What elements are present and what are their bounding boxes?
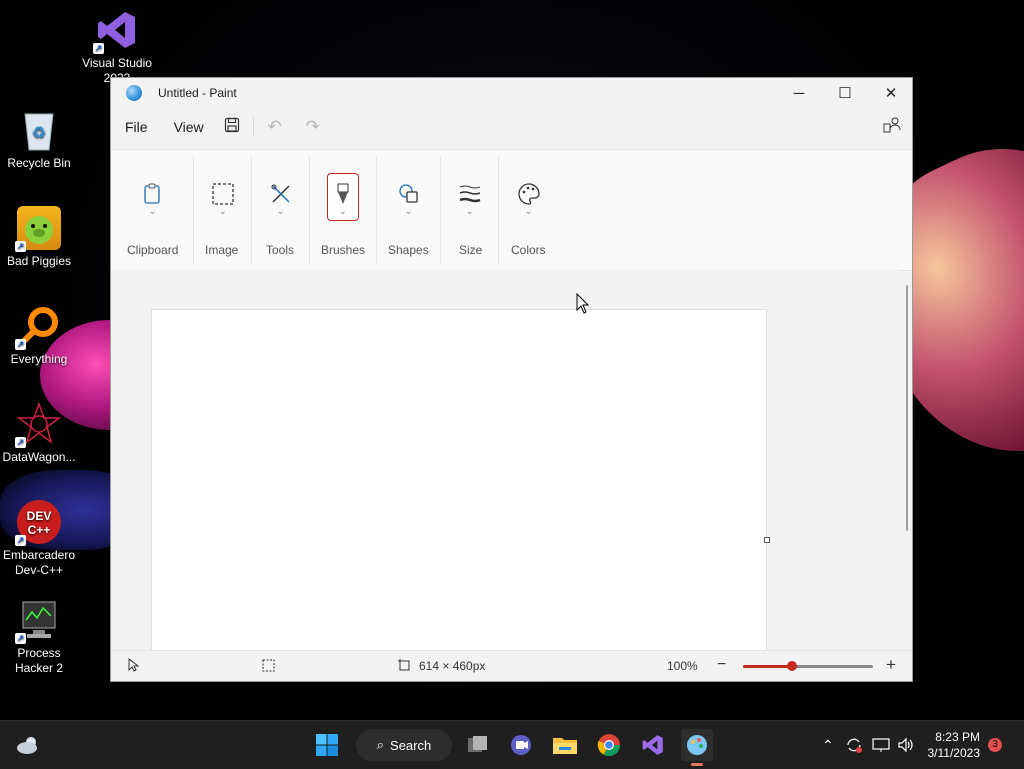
ribbon-group-size[interactable]: ⌄ Size: [441, 150, 498, 270]
recycle-bin-icon: ♻: [17, 108, 61, 152]
desktop-icon-label: DataWagon...: [2, 450, 76, 464]
paint-window: Untitled - Paint ─ ☐ ✕ File View ↶ ↷ ⌄ C…: [110, 77, 913, 682]
ribbon-label: Brushes: [321, 243, 366, 257]
desktop-icon-datawagon[interactable]: ↗ DataWagon...: [0, 401, 78, 465]
zoom-in-button[interactable]: +: [886, 655, 896, 675]
ribbon-group-shapes[interactable]: ⌄ Shapes: [377, 150, 440, 270]
ribbon-label: Shapes: [388, 243, 429, 257]
chevron-down-icon: ⌄: [339, 206, 347, 216]
menu-bar: File View ↶ ↷: [111, 108, 912, 146]
desktop-icon-bad-piggies[interactable]: ↗ Bad Piggies: [0, 206, 78, 269]
canvas-resize-handle[interactable]: [764, 537, 770, 543]
vertical-scrollbar[interactable]: [906, 285, 908, 531]
chevron-down-icon: ⌄: [277, 206, 285, 216]
chevron-down-icon: ⌄: [525, 206, 533, 216]
undo-icon[interactable]: ↶: [260, 117, 290, 137]
sync-icon[interactable]: [845, 721, 863, 769]
chevron-down-icon: ⌄: [405, 206, 413, 216]
visual-studio-taskbar-icon[interactable]: [637, 729, 669, 761]
ribbon-group-clipboard[interactable]: ⌄ Clipboard: [111, 150, 193, 270]
desktop-icon-devcpp[interactable]: DEV C++ ↗ Embarcadero Dev-C++: [0, 500, 78, 578]
system-clock[interactable]: 8:23 PM 3/11/2023: [924, 729, 981, 761]
minimize-button[interactable]: ─: [776, 78, 822, 108]
canvas-size-text: 614 × 460px: [419, 659, 486, 673]
canvas-size-icon: [398, 659, 411, 675]
account-icon[interactable]: [877, 116, 907, 139]
search-icon: ⌕: [376, 737, 385, 752]
taskbar: ⌕ Search ⌃ 8:23 PM 3/11/2023 3: [0, 720, 1024, 769]
close-button[interactable]: ✕: [868, 78, 914, 108]
svg-text:C++: C++: [28, 523, 51, 537]
zoom-slider-thumb[interactable]: [787, 661, 798, 671]
teams-chat-icon[interactable]: [505, 729, 537, 761]
desktop-icon-recycle-bin[interactable]: ♻ Recycle Bin: [0, 108, 78, 171]
paint-taskbar-icon[interactable]: [681, 729, 713, 766]
drawing-canvas[interactable]: [151, 309, 767, 653]
devcpp-icon: DEV C++ ↗: [15, 500, 61, 546]
process-hacker-icon: ↗: [15, 598, 61, 644]
svg-text:DEV: DEV: [27, 509, 52, 523]
chevron-down-icon: ⌄: [466, 206, 474, 216]
mouse-cursor: [576, 292, 590, 318]
desktop-icon-label: Embarcadero Dev-C++: [2, 548, 76, 577]
paint-app-icon: [126, 85, 142, 101]
desktop-icon-label: Recycle Bin: [7, 156, 71, 170]
window-title: Untitled - Paint: [158, 86, 237, 100]
visual-studio-icon: ↗: [93, 8, 139, 54]
ribbon-group-tools[interactable]: ⌄ Tools: [252, 150, 309, 270]
status-bar: 614 × 460px 100% − +: [111, 650, 912, 681]
taskbar-search-button[interactable]: ⌕ Search: [356, 729, 452, 761]
everything-search-icon: ↗: [15, 304, 61, 350]
svg-text:♻: ♻: [32, 125, 46, 142]
zoom-level: 100%: [667, 659, 698, 673]
desktop-icon-process-hacker[interactable]: ↗ Process Hacker 2: [0, 598, 78, 676]
task-view-icon[interactable]: [462, 729, 494, 761]
ribbon: ⌄ Clipboard ⌄ Image ⌄ Tools ⌄ Brushes ⌄ …: [111, 149, 912, 271]
save-icon[interactable]: [217, 117, 247, 138]
ribbon-label: Size: [459, 243, 483, 257]
weather-icon[interactable]: [12, 729, 44, 761]
clock-date: 3/11/2023: [927, 746, 981, 760]
search-label: Search: [390, 737, 432, 753]
ribbon-label: Colors: [511, 243, 546, 257]
desktop-icon-everything[interactable]: ↗ Everything: [0, 304, 78, 367]
show-hidden-icons-button[interactable]: ⌃: [822, 721, 834, 769]
clock-time: 8:23 PM: [935, 730, 980, 744]
desktop-icon-label: Process Hacker 2: [14, 646, 64, 675]
ribbon-group-brushes[interactable]: ⌄ Brushes: [310, 150, 376, 270]
desktop-icon-label: Bad Piggies: [6, 254, 72, 268]
ribbon-group-colors[interactable]: ⌄ Colors: [499, 150, 559, 270]
notification-badge[interactable]: 3: [988, 738, 1002, 752]
menu-file[interactable]: File: [112, 119, 161, 135]
zoom-slider[interactable]: [743, 661, 873, 671]
ribbon-label: Clipboard: [127, 243, 179, 257]
start-button[interactable]: [311, 729, 343, 761]
ribbon-label: Image: [205, 243, 239, 257]
bad-piggies-icon: ↗: [15, 206, 61, 252]
chevron-down-icon: ⌄: [149, 206, 157, 216]
ribbon-label: Tools: [266, 243, 295, 257]
chevron-down-icon: ⌄: [219, 206, 227, 216]
datawagon-icon: ↗: [15, 401, 62, 448]
title-bar[interactable]: Untitled - Paint ─ ☐ ✕: [111, 78, 912, 108]
chrome-icon[interactable]: [593, 729, 625, 761]
chevron-up-icon: ⌃: [822, 736, 834, 753]
canvas-area[interactable]: [111, 269, 899, 653]
ribbon-group-image[interactable]: ⌄ Image: [194, 150, 251, 270]
zoom-out-button[interactable]: −: [717, 656, 726, 674]
redo-icon[interactable]: ↷: [298, 117, 328, 137]
desktop-icon-visual-studio[interactable]: ↗ Visual Studio 2022: [78, 8, 156, 84]
maximize-button[interactable]: ☐: [822, 78, 868, 108]
pointer-position-icon: [127, 657, 140, 675]
menu-separator: [252, 117, 254, 137]
menu-view[interactable]: View: [161, 119, 217, 135]
selection-size-icon: [262, 659, 275, 675]
network-icon[interactable]: [872, 721, 890, 769]
volume-icon[interactable]: [897, 721, 915, 769]
desktop-icon-label: Everything: [10, 352, 68, 366]
file-explorer-icon[interactable]: [549, 729, 581, 761]
